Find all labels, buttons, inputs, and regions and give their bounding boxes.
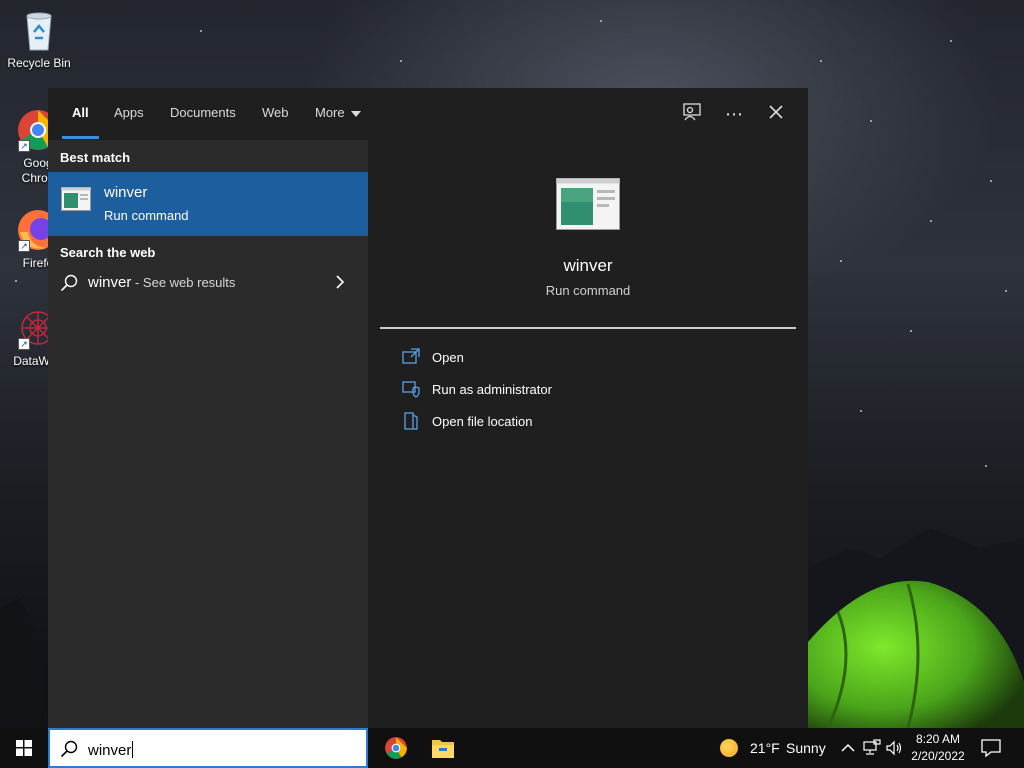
tab-more[interactable]: More [315,88,361,140]
search-web-heading: Search the web [60,245,156,260]
chevron-right-icon[interactable] [332,274,348,290]
tab-label: All [72,105,89,120]
action-label: Open [432,350,464,365]
network-icon[interactable] [861,738,881,758]
recycle-bin-icon [17,8,61,52]
shortcut-arrow-icon: ↗ [18,338,30,350]
tab-label: Apps [114,105,144,120]
action-label: Run as administrator [432,382,552,397]
best-match-heading: Best match [60,150,131,165]
web-query-suffix: - See web results [131,275,236,290]
chevron-down-icon [350,110,361,117]
results-list: Best match winver Run command Search the… [48,140,368,728]
shield-icon [402,381,420,398]
tab-all[interactable]: All [62,88,99,140]
shortcut-arrow-icon: ↗ [18,240,30,252]
weather-condition: Sunny [786,740,826,756]
weather-temperature: 21°F [750,740,780,756]
tab-label: Documents [170,105,236,120]
taskbar-chrome[interactable] [375,732,415,764]
tab-label: Web [262,105,289,120]
preview-divider [380,327,796,329]
result-name: winver [104,184,148,201]
taskbar: winver 21°F Sunny 8:20 AM 2/20/2022 [0,728,1024,768]
web-query: winver [88,274,132,291]
search-query: winver [88,742,132,759]
folder-icon [432,740,454,758]
action-run-as-administrator[interactable]: Run as administrator [402,378,782,402]
start-button[interactable] [0,728,48,768]
best-match-result[interactable]: winver Run command [48,172,368,236]
preview-subtitle: Run command [545,283,631,298]
system-clock[interactable]: 8:20 AM 2/20/2022 [906,731,970,765]
taskbar-search-input[interactable]: winver [48,728,368,768]
shortcut-arrow-icon: ↗ [18,140,30,152]
clock-time: 8:20 AM [915,732,961,746]
preview-pane: winver Run command Open Run as administr… [380,152,796,728]
result-type: Run command [104,208,189,223]
search-icon [60,740,78,758]
sun-icon [720,739,738,757]
search-panel: All Apps Documents Web More ⋯ Best match [48,88,808,728]
notification-icon[interactable] [980,737,1002,759]
web-search-result[interactable]: winver - See web results [48,266,368,302]
chrome-icon [385,737,407,759]
more-options-icon[interactable]: ⋯ [722,102,746,126]
run-command-app-icon [556,178,620,230]
tab-label: More [315,105,345,120]
chevron-up-icon[interactable] [838,738,858,758]
windows-logo-icon [16,740,32,756]
search-tabs: All Apps Documents Web More ⋯ [48,88,808,140]
desktop-icon-label: Recycle Bin [7,56,71,70]
tab-apps[interactable]: Apps [114,88,144,140]
close-icon[interactable] [764,102,788,126]
volume-icon[interactable] [884,738,904,758]
preview-title: winver [563,256,613,275]
folder-location-icon [404,412,418,430]
search-icon [60,274,78,292]
desktop-icon-recycle-bin[interactable]: Recycle Bin [1,8,77,70]
feedback-icon[interactable] [680,102,704,126]
text-cursor [132,741,134,758]
open-icon [402,348,420,364]
wallpaper-tent [808,580,1024,728]
action-label: Open file location [432,414,533,429]
tab-documents[interactable]: Documents [170,88,236,140]
tab-web[interactable]: Web [262,88,289,140]
run-command-app-icon [61,187,91,211]
action-open-file-location[interactable]: Open file location [402,410,782,434]
action-open[interactable]: Open [402,346,782,370]
taskbar-file-explorer[interactable] [423,732,463,764]
clock-date: 2/20/2022 [911,749,965,763]
